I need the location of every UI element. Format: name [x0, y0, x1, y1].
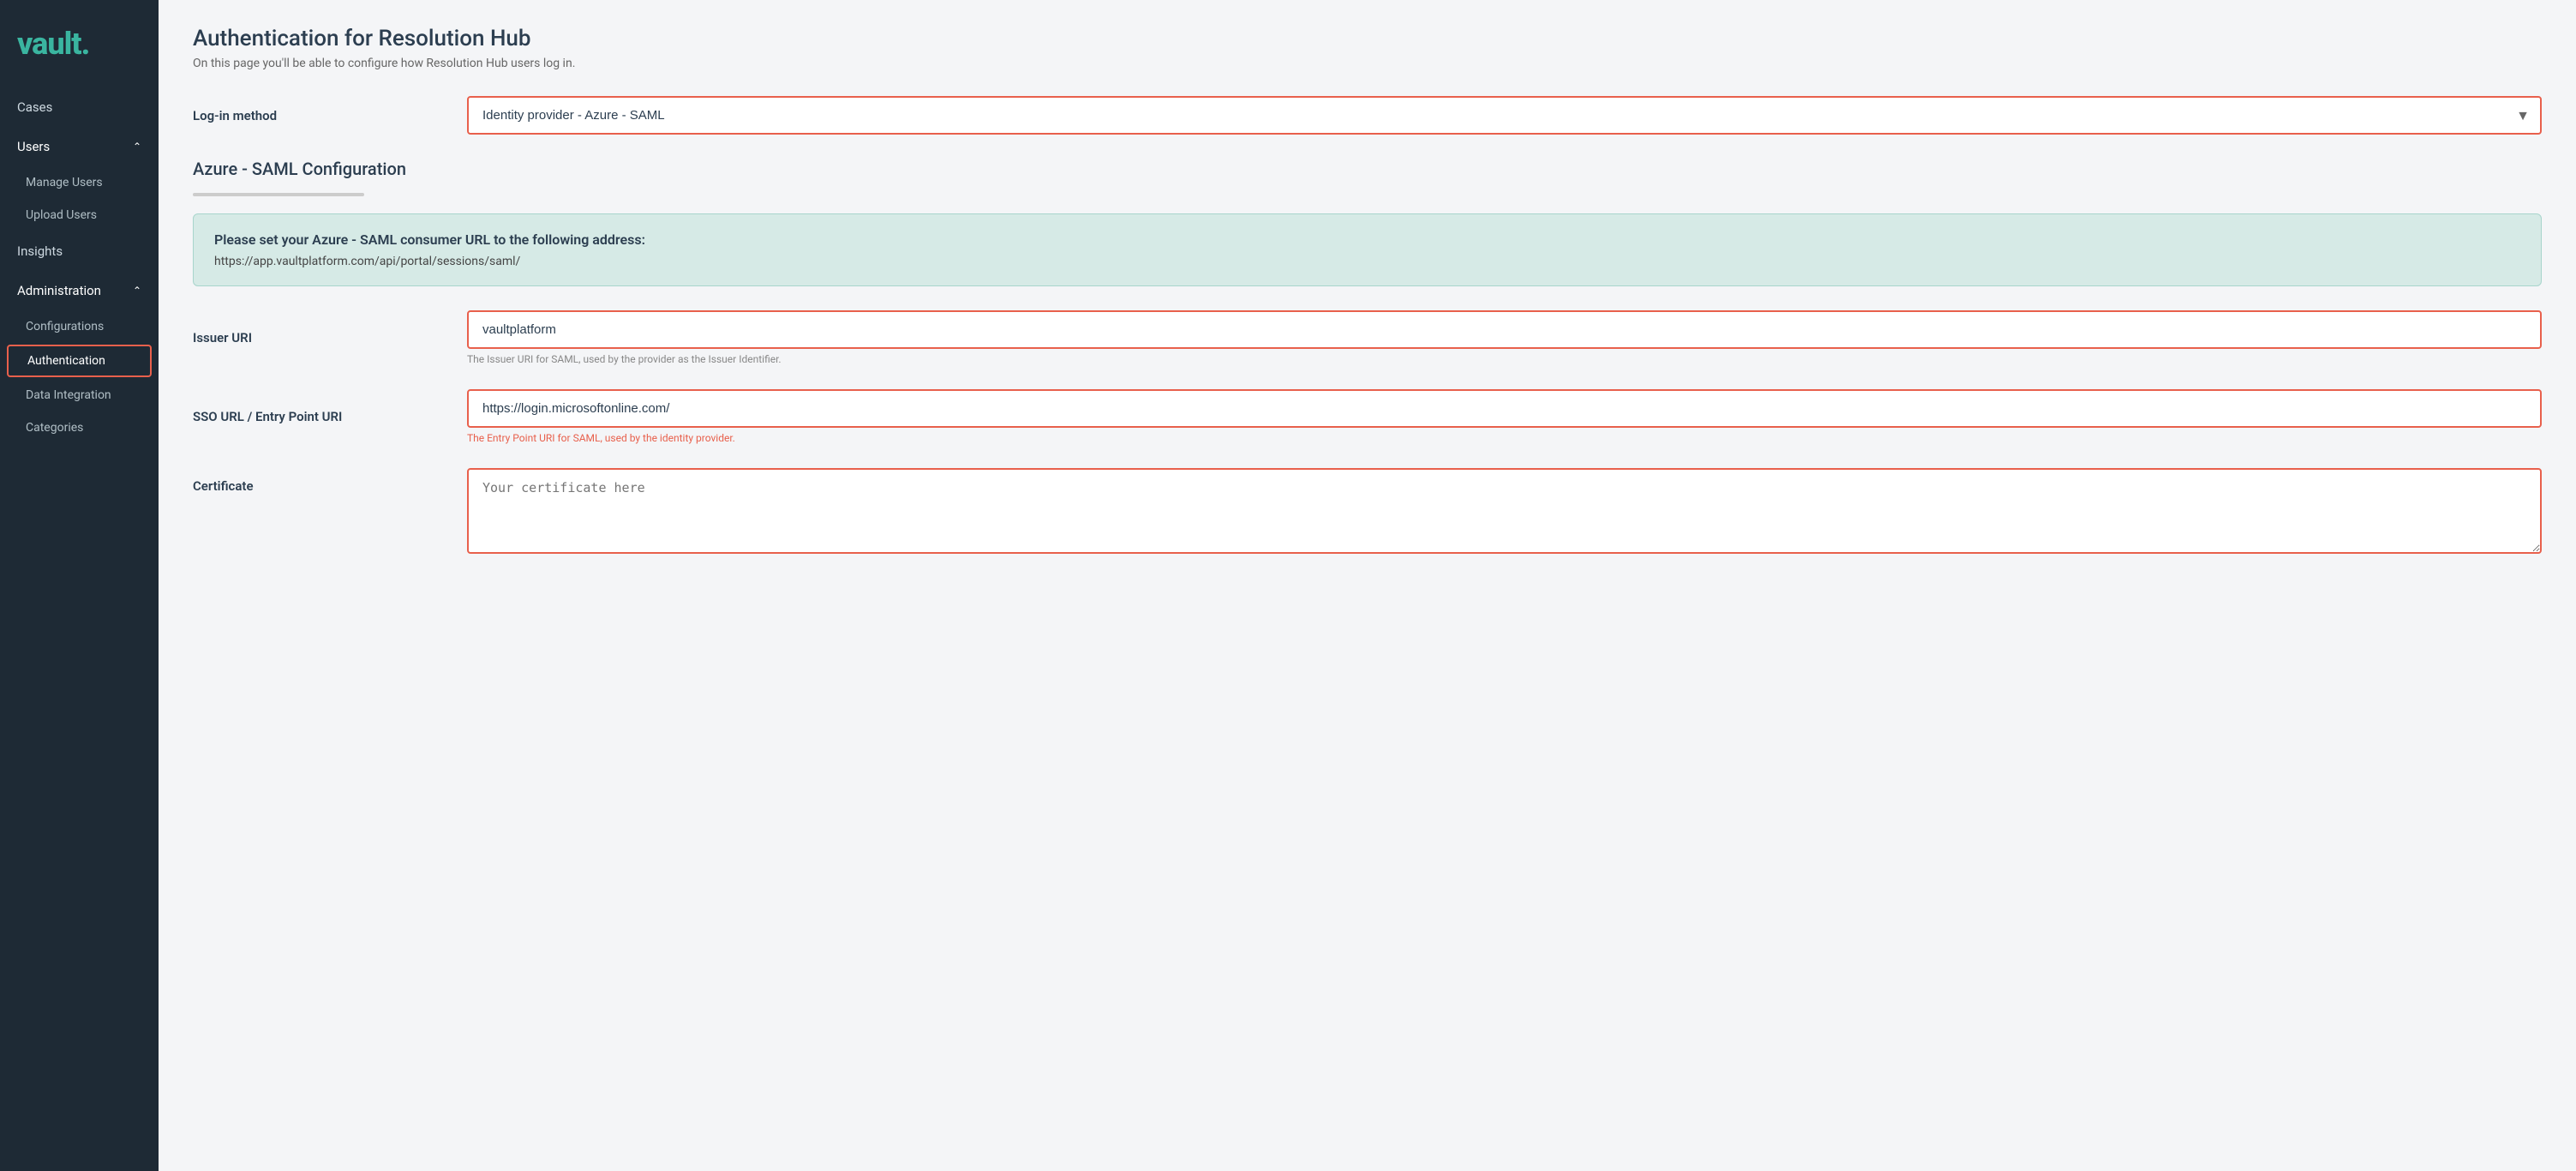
sso-url-control: The Entry Point URI for SAML, used by th…: [467, 389, 2542, 444]
sso-url-label: SSO URL / Entry Point URI: [193, 409, 467, 424]
sidebar-item-label-insights: Insights: [17, 243, 63, 259]
app-logo: vault.: [0, 17, 159, 87]
saml-info-box: Please set your Azure - SAML consumer UR…: [193, 213, 2542, 286]
sidebar-item-manage-users[interactable]: Manage Users: [0, 166, 159, 199]
issuer-uri-row: Issuer URI The Issuer URI for SAML, used…: [193, 310, 2542, 365]
sso-url-row: SSO URL / Entry Point URI The Entry Poin…: [193, 389, 2542, 444]
sidebar-item-data-integration[interactable]: Data Integration: [0, 379, 159, 411]
sidebar-item-categories[interactable]: Categories: [0, 411, 159, 444]
sso-url-hint: The Entry Point URI for SAML, used by th…: [467, 432, 2542, 444]
chevron-up-icon-admin: ⌃: [133, 285, 141, 297]
login-method-label: Log-in method: [193, 108, 467, 123]
sso-url-input[interactable]: [467, 389, 2542, 428]
info-box-url: https://app.vaultplatform.com/api/portal…: [214, 255, 2520, 268]
login-method-control: Identity provider - Azure - SAML Local A…: [467, 96, 2542, 135]
issuer-uri-label: Issuer URI: [193, 330, 467, 345]
page-subtitle: On this page you'll be able to configure…: [193, 57, 2542, 70]
issuer-uri-input[interactable]: [467, 310, 2542, 349]
issuer-uri-hint: The Issuer URI for SAML, used by the pro…: [467, 353, 2542, 365]
sidebar: vault. Cases Users ⌃ Manage Users Upload…: [0, 0, 159, 1171]
info-box-title: Please set your Azure - SAML consumer UR…: [214, 231, 2520, 248]
page-title: Authentication for Resolution Hub: [193, 26, 2542, 51]
sidebar-item-label-cases: Cases: [17, 99, 52, 115]
certificate-textarea[interactable]: [467, 468, 2542, 554]
loading-bar: [193, 193, 364, 196]
login-method-select[interactable]: Identity provider - Azure - SAML Local A…: [467, 96, 2542, 135]
sidebar-item-upload-users[interactable]: Upload Users: [0, 199, 159, 231]
certificate-row: Certificate: [193, 468, 2542, 557]
sidebar-item-label-administration: Administration: [17, 283, 101, 298]
saml-section-title: Azure - SAML Configuration: [193, 159, 2542, 179]
sidebar-item-administration[interactable]: Administration ⌃: [0, 271, 159, 310]
issuer-uri-control: The Issuer URI for SAML, used by the pro…: [467, 310, 2542, 365]
login-method-row: Log-in method Identity provider - Azure …: [193, 96, 2542, 135]
sidebar-item-insights[interactable]: Insights: [0, 231, 159, 271]
main-content: Authentication for Resolution Hub On thi…: [159, 0, 2576, 1171]
sidebar-item-users[interactable]: Users ⌃: [0, 127, 159, 166]
sidebar-item-configurations[interactable]: Configurations: [0, 310, 159, 343]
sidebar-item-authentication[interactable]: Authentication: [7, 345, 152, 377]
certificate-label: Certificate: [193, 468, 467, 494]
certificate-control: [467, 468, 2542, 557]
sidebar-item-cases[interactable]: Cases: [0, 87, 159, 127]
sidebar-item-label-users: Users: [17, 139, 50, 154]
chevron-up-icon: ⌃: [133, 141, 141, 153]
login-method-select-wrapper: Identity provider - Azure - SAML Local A…: [467, 96, 2542, 135]
